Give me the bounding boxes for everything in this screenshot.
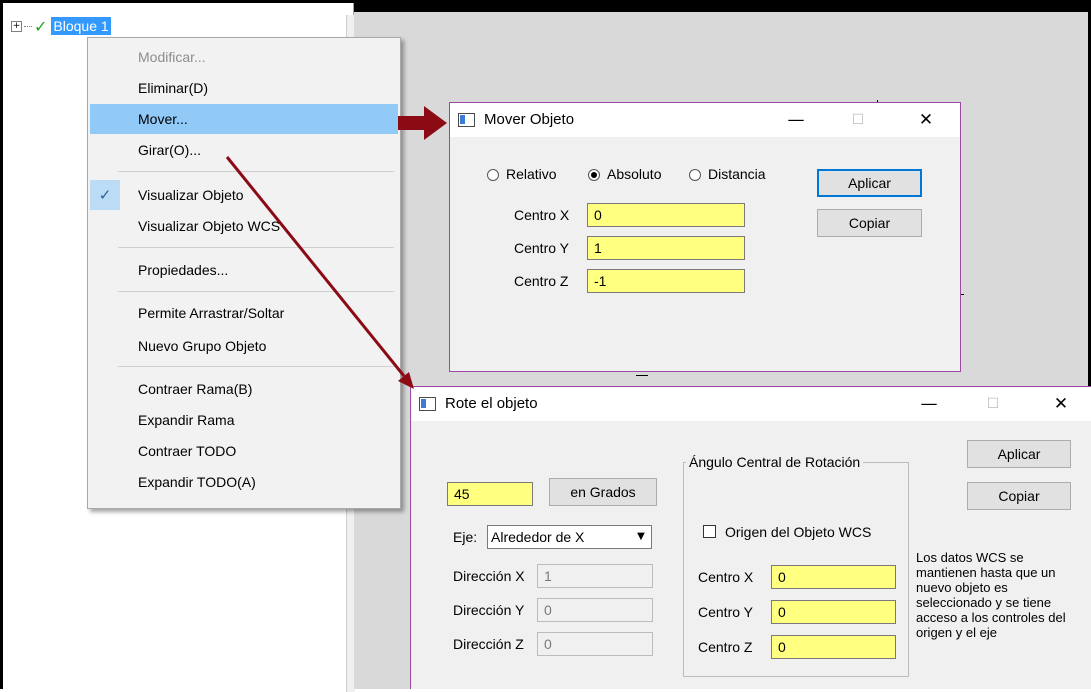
close-button[interactable]: ✕ <box>906 103 946 137</box>
menu-separator <box>118 291 394 292</box>
mover-titlebar[interactable]: Mover Objeto — ☐ ✕ <box>450 103 960 137</box>
rote-title: Rote el objeto <box>445 395 538 412</box>
dir-z-field[interactable]: 0 <box>537 632 653 656</box>
wcs-origin-label[interactable]: Origen del Objeto WCS <box>725 520 871 544</box>
dir-y-field[interactable]: 0 <box>537 598 653 622</box>
rote-objeto-dialog: Rote el objeto — ☐ ✕ 45 en Grados Eje: A… <box>410 386 1091 689</box>
centro-x-label: Centro X <box>514 207 570 223</box>
center-z-label: Centro Z <box>698 639 753 655</box>
radio-relativo-label[interactable]: Relativo <box>506 162 557 186</box>
centro-y-label: Centro Y <box>514 240 569 256</box>
dir-z-label: Dirección Z <box>453 636 524 652</box>
centro-y-field[interactable]: 1 <box>587 236 745 260</box>
apply-button[interactable]: Aplicar <box>967 440 1071 468</box>
dir-x-field[interactable]: 1 <box>537 564 653 588</box>
menu-item-contraer-rama[interactable]: Contraer Rama(B) <box>90 374 398 404</box>
radio-distancia-label[interactable]: Distancia <box>708 162 766 186</box>
menu-item-contraer-todo[interactable]: Contraer TODO <box>90 436 398 466</box>
viewport-tick <box>636 375 648 376</box>
dir-x-label: Dirección X <box>453 568 525 584</box>
minimize-button[interactable]: — <box>776 103 816 137</box>
visible-check-icon: ✓ <box>34 16 48 36</box>
tree-connector <box>24 25 32 27</box>
menu-separator <box>118 171 394 172</box>
rote-titlebar[interactable]: Rote el objeto — ☐ ✕ <box>411 387 1091 421</box>
dir-y-label: Dirección Y <box>453 602 525 618</box>
window-app-icon <box>458 113 475 127</box>
tree-expander-icon[interactable]: + <box>11 20 22 32</box>
menu-item-visualizar-objeto-wcs[interactable]: Visualizar Objeto WCS <box>90 211 398 241</box>
context-menu: Modificar... Eliminar(D) Mover... Girar(… <box>87 37 401 509</box>
radio-relativo[interactable] <box>487 169 499 181</box>
menu-item-girar[interactable]: Girar(O)... <box>90 135 398 165</box>
units-button[interactable]: en Grados <box>549 478 657 506</box>
menu-item-label: Visualizar Objeto <box>138 187 244 203</box>
center-y-field[interactable]: 0 <box>771 600 896 624</box>
menu-separator <box>118 366 394 367</box>
copy-button[interactable]: Copiar <box>967 482 1071 510</box>
radio-distancia[interactable] <box>689 169 701 181</box>
maximize-button[interactable]: ☐ <box>973 387 1013 421</box>
menu-item-permite-arrastrar[interactable]: Permite Arrastrar/Soltar <box>90 298 398 328</box>
axis-select[interactable]: Alrededor de X ▼ <box>487 525 652 549</box>
menu-item-propiedades[interactable]: Propiedades... <box>90 255 398 285</box>
dropdown-arrow-icon[interactable]: ▼ <box>631 526 651 548</box>
window-app-icon <box>419 397 436 411</box>
tree-item-label[interactable]: Bloque 1 <box>51 17 111 35</box>
centro-x-field[interactable]: 0 <box>587 203 745 227</box>
minimize-button[interactable]: — <box>909 387 949 421</box>
center-z-field[interactable]: 0 <box>771 635 896 659</box>
radio-absoluto-label[interactable]: Absoluto <box>607 162 661 186</box>
apply-button[interactable]: Aplicar <box>817 169 922 197</box>
tree-item-bloque-1[interactable]: + ✓ Bloque 1 <box>11 16 111 36</box>
menu-item-nuevo-grupo[interactable]: Nuevo Grupo Objeto <box>90 331 398 361</box>
menu-item-eliminar[interactable]: Eliminar(D) <box>90 73 398 103</box>
menu-item-visualizar-objeto[interactable]: ✓ Visualizar Objeto <box>90 180 398 210</box>
angle-field[interactable]: 45 <box>447 482 533 506</box>
checkmark-icon: ✓ <box>90 180 120 210</box>
viewport-top-border <box>354 3 1088 12</box>
wcs-info-note: Los datos WCS se mantienen hasta que un … <box>916 550 1066 640</box>
menu-item-mover[interactable]: Mover... <box>90 104 398 134</box>
menu-separator <box>118 247 394 248</box>
center-x-field[interactable]: 0 <box>771 565 896 589</box>
close-button[interactable]: ✕ <box>1041 387 1081 421</box>
center-x-label: Centro X <box>698 569 754 585</box>
axis-label: Eje: <box>453 529 478 545</box>
rotation-center-group-title: Ángulo Central de Rotación <box>686 453 864 471</box>
copy-button[interactable]: Copiar <box>817 209 922 237</box>
centro-z-label: Centro Z <box>514 273 569 289</box>
center-y-label: Centro Y <box>698 604 753 620</box>
mover-title: Mover Objeto <box>484 111 575 128</box>
centro-z-field[interactable]: -1 <box>587 269 745 293</box>
maximize-button[interactable]: ☐ <box>838 103 878 137</box>
mover-objeto-dialog: Mover Objeto — ☐ ✕ Relativo Absoluto Dis… <box>449 102 961 372</box>
menu-item-expandir-todo[interactable]: Expandir TODO(A) <box>90 467 398 497</box>
radio-absoluto[interactable] <box>588 169 600 181</box>
wcs-origin-checkbox[interactable] <box>703 525 716 538</box>
menu-item-modificar[interactable]: Modificar... <box>90 42 398 72</box>
menu-item-expandir-rama[interactable]: Expandir Rama <box>90 405 398 435</box>
axis-select-value: Alrededor de X <box>491 529 585 545</box>
